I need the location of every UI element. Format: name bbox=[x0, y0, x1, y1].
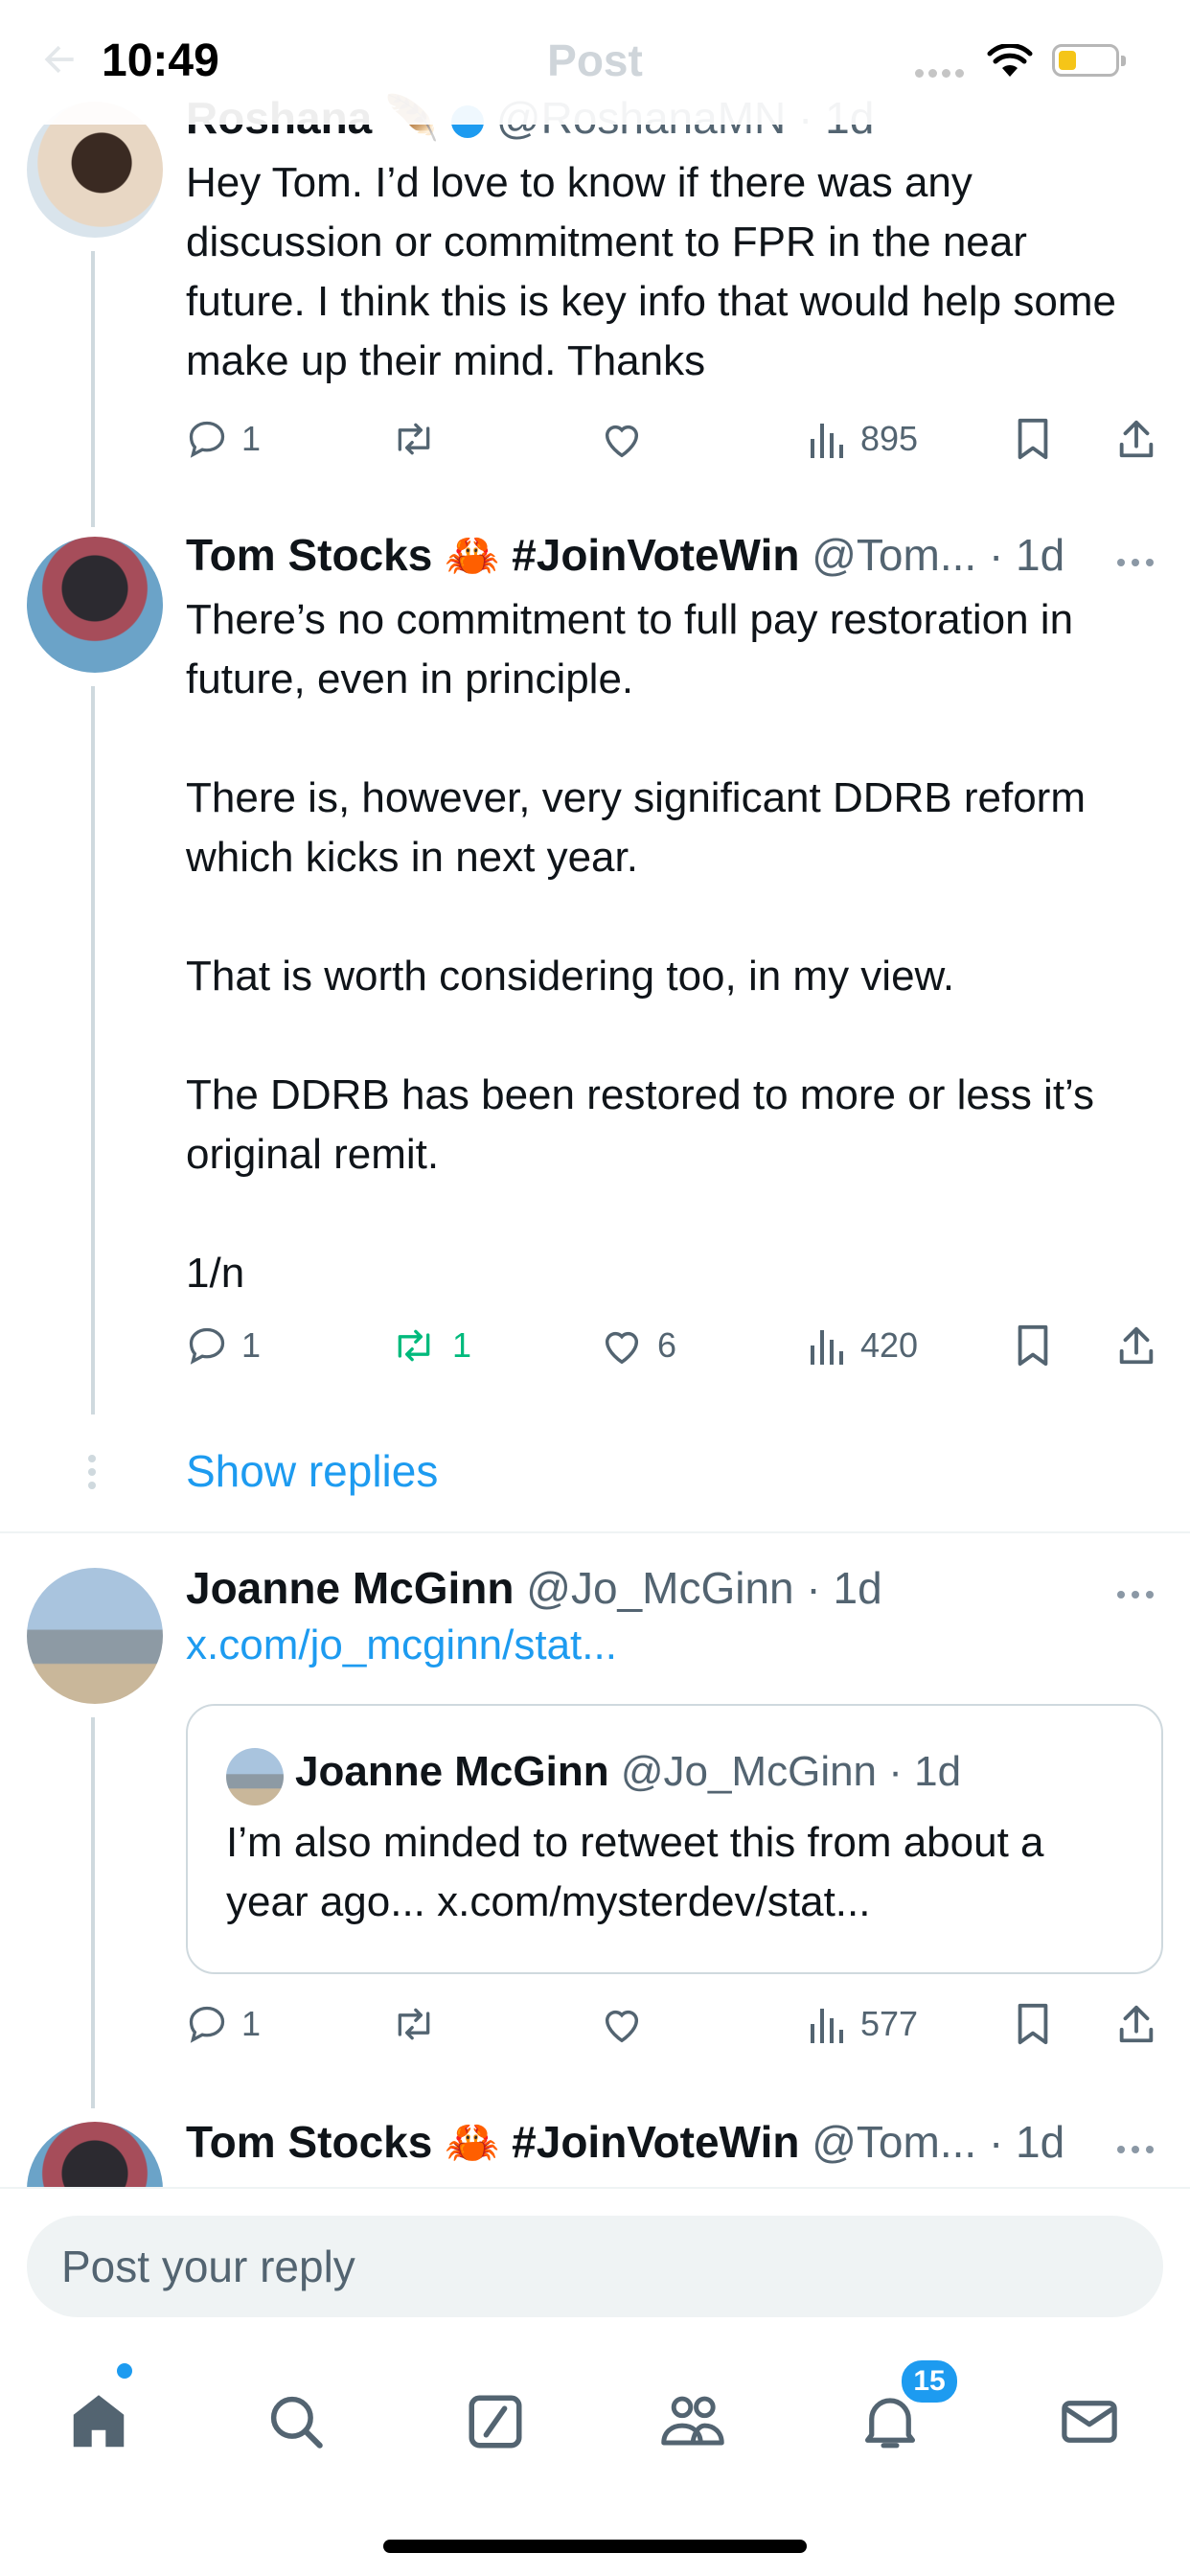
quote-author-name: Joanne McGinn bbox=[295, 1748, 609, 1795]
tweet-link[interactable]: x.com/jo_mcginn/stat... bbox=[186, 1622, 617, 1669]
clock: 10:49 bbox=[102, 35, 219, 86]
tab-communities[interactable] bbox=[650, 2379, 736, 2465]
views-count: 577 bbox=[860, 2004, 919, 2043]
quote-avatar bbox=[226, 1748, 284, 1806]
thread-line bbox=[91, 251, 95, 527]
tab-grok[interactable] bbox=[452, 2379, 538, 2465]
bookmark-button[interactable] bbox=[1014, 410, 1052, 468]
repost-button[interactable] bbox=[389, 410, 452, 468]
reply-icon bbox=[189, 1327, 225, 1365]
battery-icon bbox=[1052, 44, 1126, 77]
author-name[interactable]: Joanne McGinn bbox=[186, 1563, 514, 1613]
views-count: 895 bbox=[860, 419, 919, 458]
views-icon bbox=[811, 2009, 843, 2043]
quote-handle-time: @Jo_McGinn · 1d bbox=[620, 1748, 962, 1795]
author-name[interactable]: Tom Stocks 🦀 #JoinVoteWin bbox=[186, 2117, 799, 2167]
divider bbox=[0, 1531, 1190, 1533]
like-button[interactable] bbox=[600, 1995, 657, 2053]
mail-icon bbox=[1062, 2401, 1117, 2443]
quote-text: I’m also minded to retweet this from abo… bbox=[226, 1819, 1044, 1925]
repost-icon bbox=[398, 1329, 430, 1362]
views-button[interactable]: 420 bbox=[809, 1317, 918, 1374]
reply-count: 1 bbox=[241, 1325, 262, 1365]
share-icon bbox=[1119, 1326, 1154, 1365]
reply-button[interactable]: 1 bbox=[186, 1995, 261, 2053]
tweet-author-header: Tom Stocks 🦀 #JoinVoteWin @Tom... · 1d bbox=[186, 2116, 1064, 2169]
home-icon bbox=[73, 2395, 125, 2448]
views-button[interactable]: 577 bbox=[809, 1995, 918, 2053]
avatar[interactable] bbox=[27, 1568, 163, 1704]
handle-time: @Jo_McGinn · 1d bbox=[526, 1563, 882, 1613]
tweet-author-header: Tom Stocks 🦀 #JoinVoteWin @Tom... · 1d bbox=[186, 529, 1064, 582]
reply-icon bbox=[189, 2006, 225, 2043]
tab-messages[interactable] bbox=[1046, 2379, 1133, 2465]
views-count: 420 bbox=[860, 1325, 919, 1365]
grok-icon bbox=[469, 2395, 522, 2449]
share-icon bbox=[1119, 2005, 1154, 2043]
handle-time: @Tom... · 1d bbox=[812, 530, 1065, 580]
tweet-text: There’s no commitment to full pay restor… bbox=[186, 596, 1095, 1297]
more-options-icon[interactable] bbox=[1117, 2141, 1160, 2158]
heart-icon bbox=[605, 2010, 639, 2043]
more-options-icon[interactable] bbox=[1117, 554, 1160, 571]
home-indicator[interactable] bbox=[383, 2540, 807, 2553]
bookmark-button[interactable] bbox=[1014, 1995, 1052, 2053]
author-name[interactable]: Tom Stocks 🦀 #JoinVoteWin bbox=[186, 530, 799, 580]
status-bar: Post 10:49 bbox=[0, 0, 1190, 125]
avatar[interactable] bbox=[27, 537, 163, 673]
repost-button[interactable] bbox=[389, 1995, 452, 2053]
reply-button[interactable]: 1 bbox=[186, 410, 261, 468]
tab-bar: 15 bbox=[0, 2321, 1190, 2576]
tweet-text: Hey Tom. I’d love to know if there was a… bbox=[186, 159, 1116, 384]
repost-count: 1 bbox=[452, 1325, 472, 1365]
views-icon bbox=[811, 424, 843, 458]
share-button[interactable] bbox=[1115, 1317, 1157, 1374]
search-icon bbox=[270, 2396, 323, 2449]
reply-input[interactable]: Post your reply bbox=[27, 2216, 1163, 2317]
quote-author-header: Joanne McGinn @Jo_McGinn · 1d bbox=[295, 1748, 961, 1796]
repost-icon bbox=[398, 2008, 430, 2040]
wifi-icon bbox=[987, 42, 1033, 83]
reply-count: 1 bbox=[241, 2004, 262, 2043]
views-button[interactable]: 895 bbox=[809, 410, 918, 468]
share-button[interactable] bbox=[1115, 410, 1157, 468]
thread-line bbox=[91, 686, 95, 1414]
tweet-actions: 1 577 bbox=[186, 1995, 1163, 2053]
bookmark-icon bbox=[1018, 418, 1048, 460]
bookmark-button[interactable] bbox=[1014, 1317, 1052, 1374]
notifications-badge: 15 bbox=[899, 2358, 960, 2405]
like-button[interactable]: 6 bbox=[600, 1317, 676, 1374]
more-options-icon[interactable] bbox=[1117, 1586, 1160, 1603]
repost-icon bbox=[398, 423, 430, 455]
quote-tweet-card[interactable]: Joanne McGinn @Jo_McGinn · 1d I’m also m… bbox=[186, 1704, 1163, 1974]
communities-icon bbox=[661, 2396, 724, 2446]
bookmark-icon bbox=[1018, 1324, 1048, 1367]
thread-line bbox=[91, 1717, 95, 2108]
reply-icon bbox=[189, 421, 225, 458]
share-icon bbox=[1119, 420, 1154, 458]
reply-bar: Post your reply bbox=[0, 2187, 1190, 2323]
reply-count: 1 bbox=[241, 419, 262, 458]
show-replies-link[interactable]: Show replies bbox=[186, 1445, 438, 1497]
repost-button[interactable]: 1 bbox=[389, 1317, 471, 1374]
share-button[interactable] bbox=[1115, 1995, 1157, 2053]
handle-time: @Tom... · 1d bbox=[812, 2117, 1065, 2167]
views-icon bbox=[811, 1330, 843, 1365]
tweet-actions: 1 895 bbox=[186, 410, 1163, 468]
cellular-signal-icon bbox=[915, 65, 969, 82]
like-button[interactable] bbox=[600, 410, 657, 468]
reply-button[interactable]: 1 bbox=[186, 1317, 261, 1374]
unread-dot bbox=[117, 2363, 132, 2379]
tweet-author-header: Joanne McGinn @Jo_McGinn · 1d bbox=[186, 1562, 882, 1614]
thread-dots-icon bbox=[88, 1455, 98, 1489]
heart-icon bbox=[605, 1331, 639, 1365]
heart-icon bbox=[605, 425, 639, 458]
like-count: 6 bbox=[657, 1325, 677, 1365]
tab-search[interactable] bbox=[253, 2379, 339, 2465]
tweet-actions: 1 1 6 420 bbox=[186, 1317, 1163, 1374]
tab-home[interactable] bbox=[56, 2379, 142, 2465]
bookmark-icon bbox=[1018, 2003, 1048, 2045]
